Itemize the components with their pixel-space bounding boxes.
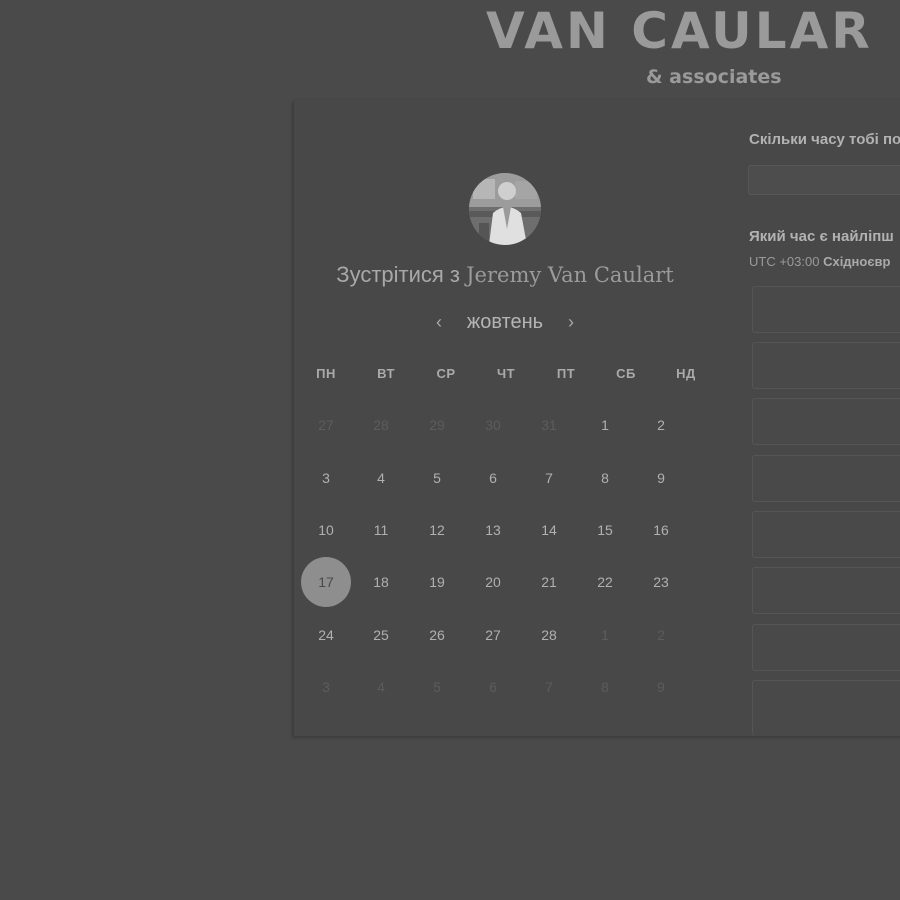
calendar-day-outside: 5 xyxy=(433,679,441,695)
calendar-day[interactable]: 10 xyxy=(301,505,351,555)
calendar-day[interactable]: 22 xyxy=(580,557,630,607)
calendar-day[interactable]: 6 xyxy=(468,453,518,503)
calendar-day-outside: 30 xyxy=(485,417,501,433)
weekday-header: ЧТ xyxy=(496,366,516,381)
time-question: Який час є найліпш xyxy=(749,228,894,245)
time-slot[interactable] xyxy=(752,680,900,736)
calendar-day[interactable]: 15 xyxy=(580,505,630,555)
calendar-day[interactable]: 21 xyxy=(524,557,574,607)
time-slot[interactable] xyxy=(752,342,900,389)
weekday-header: ПТ xyxy=(556,366,576,381)
calendar-day[interactable]: 28 xyxy=(524,610,574,660)
weekday-header: НД xyxy=(676,366,696,381)
calendar-day-outside: 4 xyxy=(377,679,385,695)
avatar xyxy=(469,173,541,245)
calendar-day[interactable]: 14 xyxy=(524,505,574,555)
time-slot[interactable] xyxy=(752,455,900,502)
month-navigation: ‹ жовтень › xyxy=(430,308,580,336)
calendar-day[interactable]: 4 xyxy=(356,453,406,503)
host-name: Jeremy Van Caulart xyxy=(466,263,674,287)
time-slot[interactable] xyxy=(752,567,900,614)
calendar-day[interactable]: 20 xyxy=(468,557,518,607)
duration-select[interactable] xyxy=(748,165,900,195)
calendar-day-outside: 29 xyxy=(429,417,445,433)
time-slot[interactable] xyxy=(752,624,900,671)
calendar-day-outside: 6 xyxy=(489,679,497,695)
meeting-title-prefix: Зустрітися з xyxy=(336,262,461,287)
calendar-day[interactable]: 24 xyxy=(301,610,351,660)
calendar-day-outside: 8 xyxy=(601,679,609,695)
calendar-day[interactable]: 11 xyxy=(356,505,406,555)
calendar-day[interactable]: 13 xyxy=(468,505,518,555)
calendar-day[interactable]: 16 xyxy=(636,505,686,555)
calendar-day-outside: 9 xyxy=(657,679,665,695)
calendar-day[interactable]: 9 xyxy=(636,453,686,503)
brand-logo: VAN CAULAR xyxy=(486,2,873,60)
calendar-day-outside: 27 xyxy=(318,417,334,433)
weekday-header: СР xyxy=(436,366,456,381)
calendar-day-selected[interactable]: 17 xyxy=(301,557,351,607)
weekday-header: СБ xyxy=(616,366,636,381)
time-slot[interactable] xyxy=(752,398,900,445)
month-label: жовтень xyxy=(466,310,544,333)
calendar-day[interactable]: 1 xyxy=(580,400,630,450)
time-slot[interactable] xyxy=(752,511,900,558)
weekday-header: ПН xyxy=(316,366,336,381)
chevron-left-icon[interactable]: ‹ xyxy=(430,312,448,333)
calendar-day[interactable]: 5 xyxy=(412,453,462,503)
timezone-name: Східноєвр xyxy=(823,254,891,269)
calendar-day[interactable]: 7 xyxy=(524,453,574,503)
calendar-day[interactable]: 23 xyxy=(636,557,686,607)
calendar-day[interactable]: 19 xyxy=(412,557,462,607)
calendar-day-outside: 1 xyxy=(601,627,609,643)
calendar-day[interactable]: 27 xyxy=(468,610,518,660)
brand-logo-subtitle: & associates xyxy=(646,66,782,88)
calendar-day[interactable]: 2 xyxy=(636,400,686,450)
timezone-label[interactable]: UTC +03:00 Східноєвр xyxy=(749,254,890,269)
weekday-header: ВТ xyxy=(377,366,395,381)
calendar-day[interactable]: 12 xyxy=(412,505,462,555)
time-slot[interactable] xyxy=(752,286,900,333)
calendar-day[interactable]: 8 xyxy=(580,453,630,503)
meeting-title: Зустрітися з Jeremy Van Caulart xyxy=(300,262,710,288)
chevron-right-icon[interactable]: › xyxy=(562,312,580,333)
calendar-day[interactable]: 26 xyxy=(412,610,462,660)
calendar-day[interactable]: 3 xyxy=(301,453,351,503)
calendar-day[interactable]: 25 xyxy=(356,610,406,660)
duration-question: Скільки часу тобі по xyxy=(749,131,900,148)
timezone-offset: UTC +03:00 xyxy=(749,254,820,269)
calendar-day-outside: 28 xyxy=(373,417,389,433)
calendar-day-outside: 31 xyxy=(541,417,557,433)
calendar-day[interactable]: 18 xyxy=(356,557,406,607)
calendar-day-outside: 7 xyxy=(545,679,553,695)
calendar-day-outside: 3 xyxy=(322,679,330,695)
calendar-day-outside: 2 xyxy=(657,627,665,643)
